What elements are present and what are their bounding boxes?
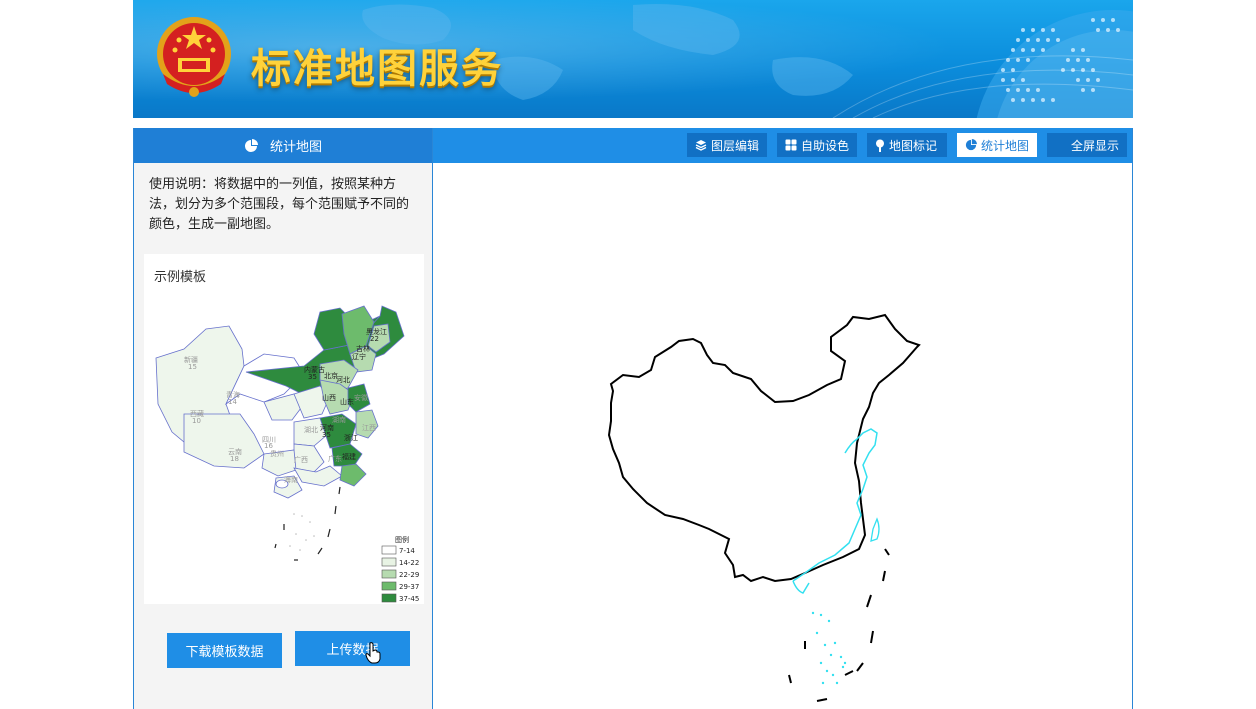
- map-workspace: 图层编辑 自助设色 地图标记 统计地图 全屏显示: [433, 128, 1133, 709]
- svg-text:35: 35: [322, 431, 331, 439]
- svg-text:湖北: 湖北: [304, 425, 318, 434]
- svg-text:辽宁: 辽宁: [352, 352, 366, 361]
- statistical-map-button[interactable]: 统计地图: [957, 133, 1037, 157]
- national-emblem-icon: [157, 17, 231, 97]
- hand-cursor-icon: [365, 642, 381, 664]
- header-banner: 标准地图服务: [133, 0, 1133, 118]
- svg-text:22: 22: [370, 335, 379, 343]
- svg-text:14: 14: [228, 398, 237, 406]
- grid-icon: [785, 139, 797, 151]
- legend-swatch: [381, 581, 397, 591]
- svg-text:福建: 福建: [342, 452, 356, 461]
- svg-text:吉林: 吉林: [356, 344, 370, 353]
- toolbar-label: 图层编辑: [711, 138, 760, 153]
- legend-label: 29-37: [399, 583, 419, 591]
- layers-icon: [695, 139, 707, 151]
- svg-text:16: 16: [264, 442, 273, 450]
- toolbar-label: 统计地图: [981, 138, 1030, 153]
- legend-label: 14-22: [399, 559, 419, 567]
- fullscreen-button[interactable]: 全屏显示: [1047, 133, 1127, 157]
- pie-chart-icon: [244, 138, 258, 152]
- map-toolbar: 图层编辑 自助设色 地图标记 统计地图 全屏显示: [433, 128, 1132, 163]
- sidebar-panel: 统计地图 使用说明：将数据中的一列值，按照某种方法，划分为多个范围段，每个范围赋…: [133, 128, 433, 709]
- legend-label: 22-29: [399, 571, 419, 579]
- map-marker-button[interactable]: 地图标记: [867, 133, 947, 157]
- svg-text:江西: 江西: [362, 424, 376, 432]
- svg-text:18: 18: [230, 455, 239, 463]
- svg-text:山东: 山东: [340, 397, 354, 406]
- svg-text:广西: 广西: [294, 455, 308, 464]
- site-title: 标准地图服务: [251, 46, 503, 92]
- svg-text:广东: 广东: [328, 454, 342, 463]
- legend-title: 图例: [395, 535, 409, 544]
- sample-statistical-map: 新疆15 青海14 西藏10 四川16 贵州 云南18 广西 广东 湖南湖北 江西…: [155, 305, 419, 603]
- toolbar-label: 自助设色: [801, 138, 850, 153]
- legend-swatch: [381, 593, 397, 603]
- pin-icon: [875, 139, 885, 152]
- pie-chart-icon: [965, 139, 977, 151]
- svg-text:山西: 山西: [322, 393, 336, 402]
- usage-description: 使用说明：将数据中的一列值，按照某种方法，划分为多个范围段，每个范围赋予不同的颜…: [149, 177, 410, 232]
- legend-label: 7-14: [399, 547, 415, 555]
- legend-label: 37-45: [399, 595, 419, 603]
- toolbar-label: 地图标记: [889, 138, 938, 153]
- sidebar-header: 统计地图: [134, 128, 432, 163]
- legend-swatch: [381, 569, 397, 579]
- svg-text:贵州: 贵州: [270, 449, 284, 458]
- svg-text:湖南: 湖南: [332, 415, 346, 424]
- upload-data-button[interactable]: 上传数据: [295, 631, 410, 666]
- svg-text:安徽: 安徽: [354, 393, 368, 402]
- custom-color-button[interactable]: 自助设色: [777, 133, 857, 157]
- template-example-card: 示例模板 新疆 15 青海 14 西藏 10 四川 16 贵州 云南 18 广西…: [144, 254, 424, 604]
- toolbar-label: 全屏显示: [1070, 138, 1119, 153]
- svg-text:海南: 海南: [284, 475, 298, 484]
- legend-swatch: [381, 545, 397, 555]
- svg-text:浙江: 浙江: [344, 433, 358, 442]
- layer-edit-button[interactable]: 图层编辑: [687, 133, 767, 157]
- svg-text:15: 15: [188, 363, 197, 371]
- map-canvas: [607, 313, 921, 702]
- sidebar-title: 统计地图: [269, 140, 322, 155]
- svg-text:10: 10: [192, 417, 201, 425]
- svg-text:河北: 河北: [336, 376, 350, 384]
- legend-swatch: [381, 557, 397, 567]
- download-template-button[interactable]: 下载模板数据: [167, 633, 282, 668]
- svg-text:35: 35: [308, 373, 317, 381]
